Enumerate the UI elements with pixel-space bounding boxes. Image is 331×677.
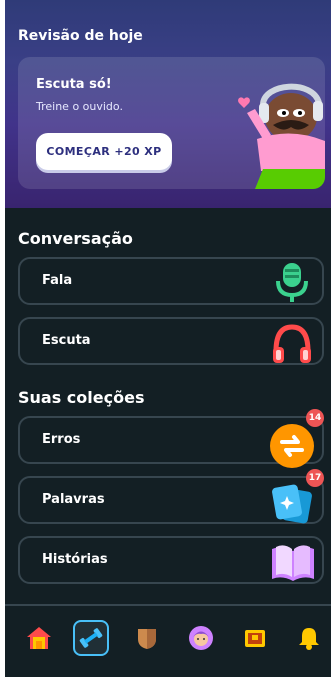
book-icon (272, 545, 314, 581)
card-subtitle: Treine o ouvido. (36, 100, 123, 113)
daily-review-section: Revisão de hoje Escuta só! Treine o ouvi… (5, 0, 331, 208)
bottom-nav (5, 606, 331, 677)
mistakes-badge: 14 (306, 409, 324, 427)
conversation-title: Conversação (18, 229, 133, 248)
practice-icon (79, 628, 103, 648)
nav-practice[interactable] (73, 620, 109, 656)
profile-avatar-icon (189, 626, 213, 650)
app-screen: Revisão de hoje Escuta só! Treine o ouvi… (5, 0, 331, 677)
repeat-icon (270, 424, 314, 468)
microphone-icon (276, 263, 308, 302)
nav-home[interactable] (21, 620, 57, 656)
cards-icon (272, 484, 312, 524)
review-card[interactable]: Escuta só! Treine o ouvido. COMEÇAR +20 … (18, 57, 325, 189)
character-illustration-icon (238, 83, 325, 189)
mistakes-label: Erros (42, 432, 81, 447)
nav-shop[interactable] (237, 620, 273, 656)
words-label: Palavras (42, 492, 105, 507)
words-badge: 17 (306, 469, 324, 487)
collections-title: Suas coleções (18, 388, 145, 407)
headphones-icon (273, 324, 311, 363)
start-button[interactable]: COMEÇAR +20 XP (36, 133, 172, 170)
listening-label: Escuta (42, 333, 91, 348)
chest-icon (245, 630, 265, 647)
mistakes-item[interactable]: Erros 14 (18, 409, 324, 468)
review-title: Revisão de hoje (18, 28, 143, 44)
nav-profile[interactable] (183, 620, 219, 656)
bell-icon (299, 628, 319, 650)
home-icon (27, 627, 51, 649)
stories-item[interactable]: Histórias (18, 536, 324, 584)
nav-notifications[interactable] (291, 620, 327, 656)
listening-item[interactable]: Escuta (18, 317, 324, 365)
league-shield-icon (138, 629, 156, 649)
words-item[interactable]: Palavras 17 (18, 469, 324, 524)
nav-leagues[interactable] (129, 620, 165, 656)
speaking-label: Fala (42, 273, 73, 288)
stories-label: Histórias (42, 552, 108, 567)
card-title: Escuta só! (36, 77, 112, 92)
speaking-item[interactable]: Fala (18, 257, 324, 305)
